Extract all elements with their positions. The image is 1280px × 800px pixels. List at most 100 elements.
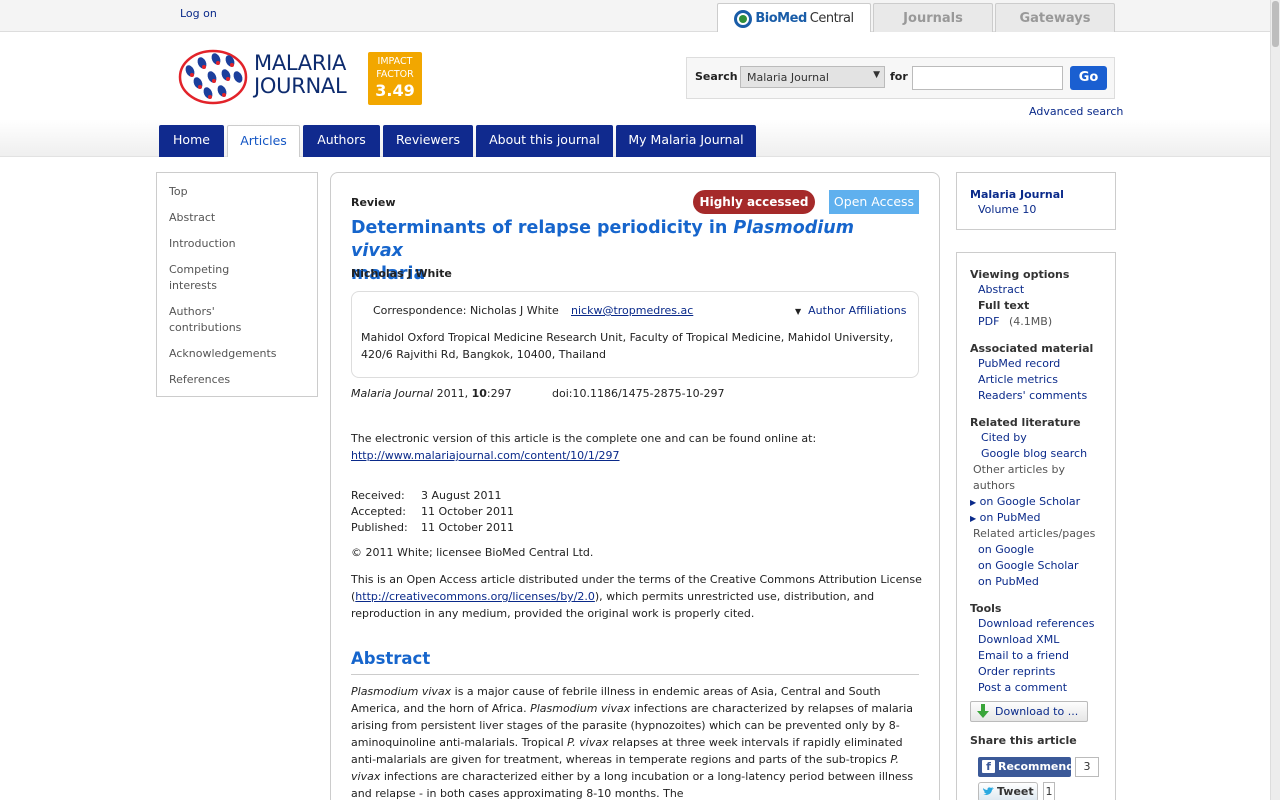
pdf-link[interactable]: PDF <box>978 315 999 328</box>
tab-my-malaria-journal[interactable]: My Malaria Journal <box>616 125 756 157</box>
tab-journals[interactable]: Journals <box>873 3 993 32</box>
post-comment-link[interactable]: Post a comment <box>978 681 1067 694</box>
google-blog-search-link[interactable]: Google blog search <box>981 447 1087 460</box>
title-text: Determinants of relapse periodicity in <box>351 218 734 238</box>
pdf-size: (4.1MB) <box>1009 315 1053 328</box>
interests-text: interests <box>169 279 217 292</box>
section-link-introduction[interactable]: Introduction <box>169 236 236 252</box>
section-link-authors-contributions[interactable]: Authors' contributions <box>169 304 241 336</box>
tab-about-journal[interactable]: About this journal <box>476 125 613 157</box>
affiliation-text: Mahidol Oxford Tropical Medicine Researc… <box>361 331 894 361</box>
related-scholar-link[interactable]: on Google Scholar <box>978 559 1079 572</box>
log-on-link[interactable]: Log on <box>180 7 217 20</box>
triangle-right-icon: ▶ <box>970 514 977 523</box>
logo-line-2: JOURNAL <box>254 74 347 98</box>
section-link-references[interactable]: References <box>169 372 230 388</box>
section-navigation: Top Abstract Introduction Competing inter… <box>156 172 318 397</box>
tab-articles[interactable]: Articles <box>227 125 300 157</box>
related-literature-heading: Related literature <box>970 416 1081 429</box>
search-scope-select[interactable]: Malaria Journal ▼ <box>740 66 885 88</box>
authors-label: authors <box>973 479 1015 492</box>
copyright: © 2011 White; licensee BioMed Central Lt… <box>351 546 594 559</box>
go-button[interactable]: Go <box>1070 66 1107 90</box>
related-pages-label: Related articles/pages <box>973 527 1096 540</box>
contributions-text: contributions <box>169 321 242 334</box>
journal-logo-text: MALARIA JOURNAL <box>254 51 347 98</box>
search-label: Search <box>695 70 738 83</box>
pubmed-record-link[interactable]: PubMed record <box>978 357 1060 370</box>
citation-year: 2011, <box>433 387 472 400</box>
search-box: Search Malaria Journal ▼ for Go <box>686 57 1115 99</box>
article-author[interactable]: Nicholas J White <box>351 267 452 280</box>
license-url-link[interactable]: http://creativecommons.org/licenses/by/2… <box>355 590 595 603</box>
author-affiliations-link[interactable]: Author Affiliations <box>808 304 906 317</box>
section-link-competing-interests[interactable]: Competing interests <box>169 262 229 294</box>
related-pubmed-link[interactable]: on PubMed <box>978 575 1039 588</box>
tab-home[interactable]: Home <box>159 125 224 157</box>
download-references-link[interactable]: Download references <box>978 617 1094 630</box>
citation-volume: 10 <box>471 387 487 400</box>
tab-reviewers[interactable]: Reviewers <box>383 125 473 157</box>
article-metrics-link[interactable]: Article metrics <box>978 373 1058 386</box>
page-scrollbar[interactable] <box>1270 0 1280 800</box>
journal-volume-panel: Malaria Journal Volume 10 <box>956 172 1116 230</box>
for-label: for <box>890 70 908 83</box>
twitter-bird-icon <box>983 787 994 795</box>
section-link-abstract[interactable]: Abstract <box>169 210 215 226</box>
published-label: Published: <box>351 521 408 534</box>
readers-comments-link[interactable]: Readers' comments <box>978 389 1087 402</box>
citation: Malaria Journal 2011, 10:297 <box>351 387 512 400</box>
received-label: Received: <box>351 489 405 502</box>
tools-heading: Tools <box>970 602 1002 615</box>
electronic-version-text: The electronic version of this article i… <box>351 432 817 445</box>
volume-link[interactable]: Volume 10 <box>978 203 1036 216</box>
top-bar: Log on BioMed Central Journals Gateways <box>0 0 1270 32</box>
correspondence-email-link[interactable]: nickw@tropmedres.ac <box>571 304 693 317</box>
full-text-current: Full text <box>978 299 1030 312</box>
scrollbar-thumb[interactable] <box>1272 1 1279 47</box>
chevron-down-icon: ▼ <box>873 70 880 80</box>
authors-text: Authors' <box>169 305 215 318</box>
order-reprints-link[interactable]: Order reprints <box>978 665 1055 678</box>
impact-label-1: IMPACT <box>377 56 413 67</box>
article-url-link[interactable]: http://www.malariajournal.com/content/10… <box>351 449 620 462</box>
email-friend-link[interactable]: Email to a friend <box>978 649 1069 662</box>
triangle-down-icon: ▼ <box>795 307 802 316</box>
author-pubmed[interactable]: ▶ on PubMed <box>970 511 1041 524</box>
search-scope-value: Malaria Journal <box>747 71 829 84</box>
advanced-search-link[interactable]: Advanced search <box>1029 105 1123 118</box>
author-google-scholar[interactable]: ▶ on Google Scholar <box>970 495 1080 508</box>
section-link-top[interactable]: Top <box>169 184 188 200</box>
logo-line-1: MALARIA <box>254 51 347 75</box>
open-access-badge[interactable]: Open Access <box>829 190 919 214</box>
biomed-central-icon <box>734 9 753 28</box>
facebook-recommend-button[interactable]: f Recommend <box>978 757 1075 777</box>
abstract-species-3: P. vivax <box>567 736 609 749</box>
abstract-divider <box>351 674 919 675</box>
section-link-acknowledgements[interactable]: Acknowledgements <box>169 346 277 362</box>
author-affiliations-toggle[interactable]: ▼ Author Affiliations <box>795 304 907 317</box>
viewing-options-heading: Viewing options <box>970 268 1070 281</box>
abstract-view-link[interactable]: Abstract <box>978 283 1024 296</box>
journal-link[interactable]: Malaria Journal <box>970 188 1064 201</box>
tab-gateways[interactable]: Gateways <box>995 3 1115 32</box>
competing-text: Competing <box>169 263 230 276</box>
tweet-button[interactable]: Tweet <box>978 782 1038 800</box>
tab-biomed-central[interactable]: BioMed Central <box>717 3 871 32</box>
download-xml-link[interactable]: Download XML <box>978 633 1059 646</box>
abstract-heading: Abstract <box>351 649 431 668</box>
impact-factor-value: 3.49 <box>375 81 415 100</box>
download-arrow-icon <box>977 704 989 718</box>
author-scholar-link[interactable]: on Google Scholar <box>980 495 1081 508</box>
tab-authors[interactable]: Authors <box>303 125 380 157</box>
biomed-text: BioMed <box>755 11 807 26</box>
correspondence-label: Correspondence: Nicholas J White <box>373 304 559 317</box>
biomed-central-logo: BioMed Central <box>734 4 854 33</box>
abstract-species-1: Plasmodium vivax <box>351 685 452 698</box>
related-google-link[interactable]: on Google <box>978 543 1034 556</box>
author-pubmed-link[interactable]: on PubMed <box>980 511 1041 524</box>
download-to-button[interactable]: Download to ... <box>970 701 1088 722</box>
search-input[interactable] <box>912 66 1063 90</box>
recommend-label: Recommend <box>998 760 1075 773</box>
cited-by-link[interactable]: Cited by <box>981 431 1027 444</box>
